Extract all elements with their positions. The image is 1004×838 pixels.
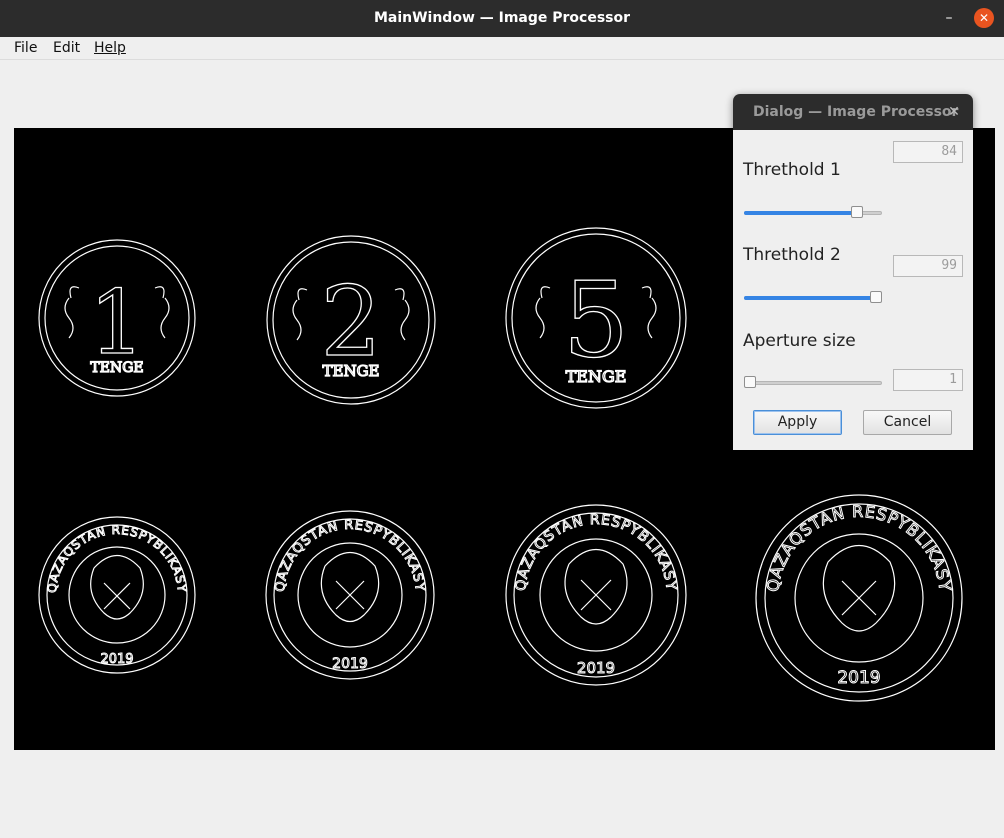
menu-edit[interactable]: Edit: [53, 39, 80, 57]
threshold2-slider[interactable]: [744, 291, 882, 305]
dialog-titlebar: Dialog — Image Processor ✕: [733, 94, 973, 130]
menubar: File Edit Help: [0, 37, 1004, 60]
svg-text:QAZAQSTAN RESPYBLIKASY: QAZAQSTAN RESPYBLIKASY: [273, 518, 427, 593]
coin-bottom-2: [265, 510, 435, 680]
cancel-button[interactable]: Cancel: [863, 410, 952, 435]
minimize-icon[interactable]: –: [939, 8, 959, 28]
coin-top-2-label: TENGE: [322, 362, 379, 380]
threshold1-spinbox[interactable]: 84: [893, 141, 963, 163]
apply-button[interactable]: Apply: [753, 410, 842, 435]
coin-bottom-3-arc: QAZAQSTAN RESPYBLIKASY: [512, 511, 678, 592]
coin-bottom-2-arc: QAZAQSTAN RESPYBLIKASY: [272, 517, 426, 593]
svg-text:QAZAQSTAN RESPYBLIKASY: QAZAQSTAN RESPYBLIKASY: [763, 502, 955, 593]
parameters-dialog: Dialog — Image Processor ✕ 84 Threthold …: [733, 94, 973, 450]
close-icon[interactable]: ✕: [974, 8, 994, 28]
window-titlebar: MainWindow — Image Processor – ✕: [0, 0, 1004, 37]
coin-bottom-4-year: 2019: [837, 668, 880, 688]
coin-bottom-1-year: 2019: [100, 652, 133, 667]
dialog-close-icon[interactable]: ✕: [946, 103, 962, 121]
threshold2-label: Threthold 2: [743, 245, 841, 265]
menu-help[interactable]: Help: [94, 39, 126, 57]
svg-text:QAZAQSTAN RESPYBLIKASY: QAZAQSTAN RESPYBLIKASY: [45, 523, 189, 594]
svg-text:QAZAQSTAN RESPYBLIKASY: QAZAQSTAN RESPYBLIKASY: [513, 512, 679, 592]
aperture-label: Aperture size: [743, 331, 856, 351]
coin-bottom-3-year: 2019: [577, 659, 615, 677]
aperture-slider-groove: [744, 381, 882, 385]
threshold1-slider-handle[interactable]: [851, 206, 864, 218]
coin-bottom-1-arc: QAZAQSTAN RESPYBLIKASY: [44, 522, 188, 594]
window-title: MainWindow — Image Processor: [373, 10, 631, 26]
threshold2-spinbox[interactable]: 99: [893, 255, 963, 277]
aperture-slider-handle[interactable]: [744, 376, 756, 388]
dialog-title: Dialog — Image Processor: [753, 104, 959, 120]
menu-file[interactable]: File: [14, 39, 37, 57]
threshold2-slider-fill: [744, 296, 878, 300]
coin-bottom-4-arc: QAZAQSTAN RESPYBLIKASY: [763, 501, 955, 593]
status-bar: [0, 760, 1004, 838]
threshold1-label: Threthold 1: [743, 160, 841, 180]
coin-top-1-label: TENGE: [90, 360, 143, 376]
coin-bottom-3: [505, 504, 687, 686]
threshold1-slider-fill: [744, 211, 858, 215]
threshold2-slider-handle[interactable]: [870, 291, 882, 303]
aperture-spinbox[interactable]: 1: [893, 369, 963, 391]
aperture-slider[interactable]: [744, 376, 882, 390]
coin-top-3-label: TENGE: [566, 367, 627, 386]
coin-bottom-2-year: 2019: [332, 656, 368, 672]
coin-top-1-number: 1: [89, 271, 145, 374]
threshold1-slider[interactable]: [744, 206, 882, 220]
coin-top-3-number: 5: [563, 259, 629, 381]
coin-bottom-1: [38, 516, 196, 674]
